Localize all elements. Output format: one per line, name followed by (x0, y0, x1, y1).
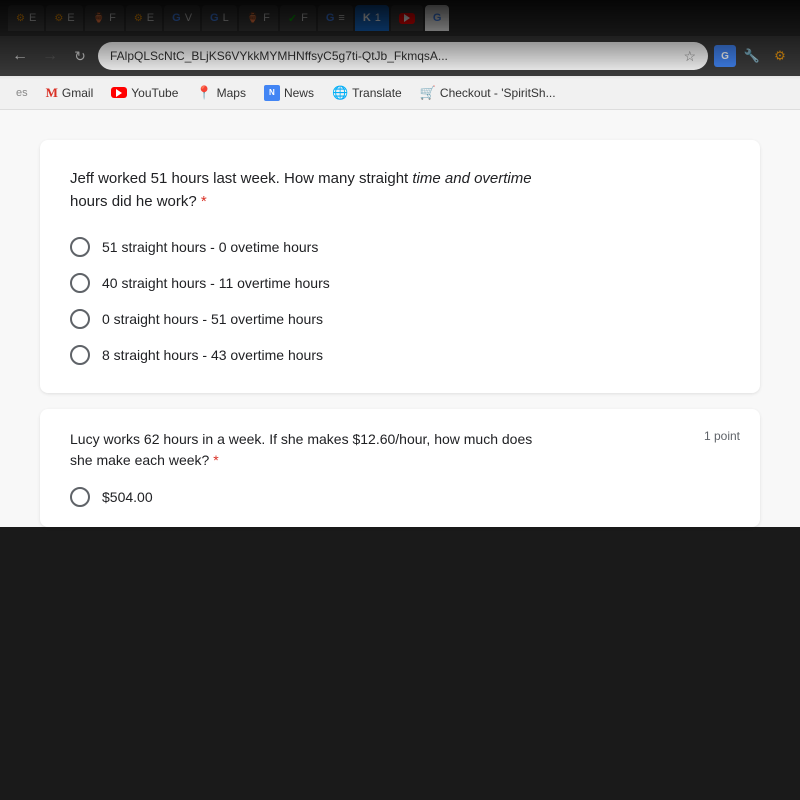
question-1-card: Jeff worked 51 hours last week. How many… (40, 140, 760, 393)
maps-icon: 📍 (196, 85, 212, 101)
question-2-body: Lucy works 62 hours in a week. If she ma… (70, 431, 532, 468)
gmail-icon: M (46, 85, 58, 101)
tab-g2[interactable]: G ≡ (318, 5, 353, 31)
url-box[interactable]: FAlpQLScNtC_BLjKS6VYkkMYMHNffsyC5g7ti-Qt… (98, 42, 708, 70)
translate-icon: 🌐 (332, 85, 348, 101)
extension-icon-2[interactable]: ⚙ (768, 44, 792, 68)
forward-button[interactable]: → (38, 44, 62, 68)
required-marker-1: * (201, 193, 207, 210)
bookmark-youtube[interactable]: YouTube (103, 83, 186, 103)
question-2-text: Lucy works 62 hours in a week. If she ma… (70, 429, 730, 471)
radio-1b[interactable] (70, 273, 90, 293)
points-badge-2: 1 point (704, 429, 740, 443)
radio-1a[interactable] (70, 237, 90, 257)
tab-f3[interactable]: ✓ F (280, 5, 316, 31)
news-icon: N (264, 85, 280, 101)
tab-f1[interactable]: 🏺 F (85, 5, 124, 31)
tab-e2[interactable]: ⚙ E (46, 5, 82, 31)
option-1d-label: 8 straight hours - 43 overtime hours (102, 347, 323, 363)
bookmark-checkout-label: Checkout - 'SpiritSh... (440, 86, 556, 100)
back-button[interactable]: ← (8, 44, 32, 68)
tab-f2[interactable]: 🏺 F (239, 5, 278, 31)
option-1c-label: 0 straight hours - 51 overtime hours (102, 311, 323, 327)
bookmark-maps-label: Maps (217, 86, 246, 100)
bookmarks-bar: es M Gmail YouTube 📍 Maps N News 🌐 Trans… (0, 76, 800, 110)
question-1-body: Jeff worked 51 hours last week. How many… (70, 170, 532, 210)
option-1b-label: 40 straight hours - 11 overtime hours (102, 275, 330, 291)
address-bar: ← → ↻ FAlpQLScNtC_BLjKS6VYkkMYMHNffsyC5g… (0, 36, 800, 76)
options-list-1: 51 straight hours - 0 ovetime hours 40 s… (70, 237, 730, 365)
tab-e1[interactable]: ⚙ E (8, 5, 44, 31)
bookmark-news[interactable]: N News (256, 82, 322, 104)
bookmark-gmail[interactable]: M Gmail (38, 82, 102, 104)
tab-bar: ⚙ E ⚙ E 🏺 F ⚙ E G V G L 🏺 F ✓ F G ≡ K 1 (0, 0, 800, 36)
bookmark-youtube-label: YouTube (131, 86, 178, 100)
youtube-icon (111, 87, 127, 98)
required-marker-2: * (213, 452, 218, 468)
tab-g3[interactable]: G (425, 5, 450, 31)
option-1b[interactable]: 40 straight hours - 11 overtime hours (70, 273, 730, 293)
option-2a[interactable]: $504.00 (70, 487, 730, 507)
refresh-button[interactable]: ↻ (68, 44, 92, 68)
bookmark-gmail-label: Gmail (62, 86, 93, 100)
bookmark-translate-label: Translate (352, 86, 402, 100)
bookmark-maps[interactable]: 📍 Maps (188, 82, 254, 104)
question-2-card: 1 point Lucy works 62 hours in a week. I… (40, 409, 760, 527)
bookmark-es[interactable]: es (8, 84, 36, 102)
bookmark-news-label: News (284, 86, 314, 100)
bookmark-star-icon[interactable]: ☆ (683, 48, 696, 65)
option-1a[interactable]: 51 straight hours - 0 ovetime hours (70, 237, 730, 257)
option-1d[interactable]: 8 straight hours - 43 overtime hours (70, 345, 730, 365)
option-1a-label: 51 straight hours - 0 ovetime hours (102, 239, 318, 255)
radio-2a[interactable] (70, 487, 90, 507)
url-text: FAlpQLScNtC_BLjKS6VYkkMYMHNffsyC5g7ti-Qt… (110, 49, 677, 63)
bookmark-checkout[interactable]: 🛒 Checkout - 'SpiritSh... (412, 82, 564, 104)
option-2a-label: $504.00 (102, 489, 153, 505)
checkout-icon: 🛒 (420, 85, 436, 101)
tab-gl[interactable]: G L (202, 5, 237, 31)
page-content: Jeff worked 51 hours last week. How many… (0, 110, 800, 527)
radio-1d[interactable] (70, 345, 90, 365)
question-1-text: Jeff worked 51 hours last week. How many… (70, 168, 730, 213)
toolbar-icons: G 🔧 ⚙ (714, 44, 792, 68)
option-1c[interactable]: 0 straight hours - 51 overtime hours (70, 309, 730, 329)
tab-k[interactable]: K 1 (355, 5, 389, 31)
tab-g1[interactable]: G V (164, 5, 200, 31)
bookmark-translate[interactable]: 🌐 Translate (324, 82, 410, 104)
tab-e3[interactable]: ⚙ E (126, 5, 162, 31)
tab-yt[interactable] (391, 5, 423, 31)
radio-1c[interactable] (70, 309, 90, 329)
extension-icon-1[interactable]: 🔧 (740, 44, 764, 68)
browser-chrome: ⚙ E ⚙ E 🏺 F ⚙ E G V G L 🏺 F ✓ F G ≡ K 1 (0, 0, 800, 110)
google-icon[interactable]: G (714, 45, 736, 67)
